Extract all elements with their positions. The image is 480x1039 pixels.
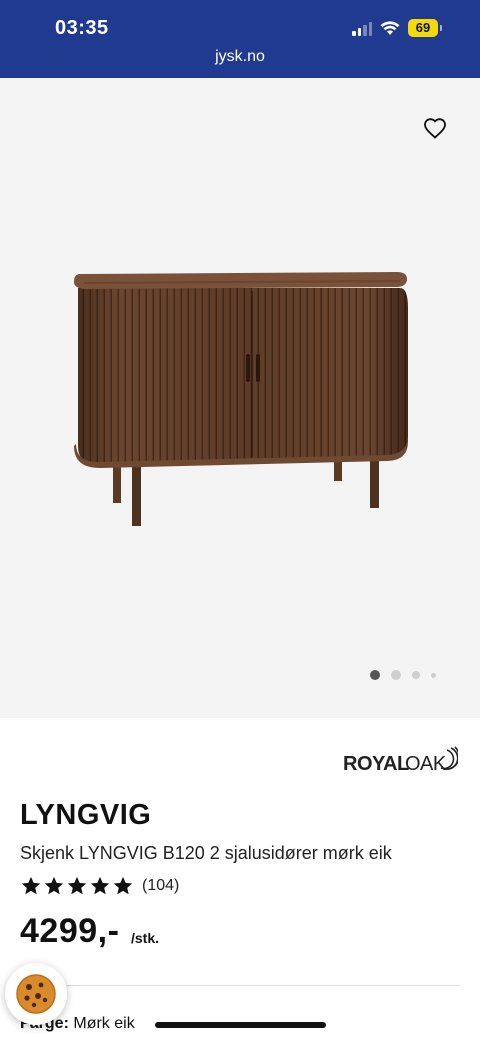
product-image-sideboard[interactable] [70,258,410,533]
svg-text:ROYAL: ROYAL [343,753,409,774]
status-icons: 69 [352,19,442,37]
rating-count[interactable]: (104) [142,877,179,895]
battery-icon: 69 [408,19,442,37]
star-icon [44,876,64,895]
cellular-signal-icon [352,20,372,36]
price-unit: /stk. [131,930,160,946]
color-value: Mørk eik [73,1015,135,1032]
svg-text:OAK: OAK [405,753,447,774]
wifi-icon [380,21,400,35]
status-time: 03:35 [55,17,109,39]
browser-top-bar: 03:35 69 jysk.no [0,0,480,78]
star-icon [21,876,41,895]
star-icon [90,876,110,895]
star-icon [67,876,87,895]
gallery-pagination[interactable] [370,670,436,680]
product-price: 4299,- [20,912,120,950]
royal-oak-logo: ROYAL OAK [343,746,458,774]
product-gallery[interactable] [0,78,480,718]
gallery-dot-1[interactable] [370,670,380,680]
url-bar[interactable]: jysk.no [0,48,480,66]
product-description: Skjenk LYNGVIG B120 2 sjalusidører mørk … [20,843,392,863]
star-icon [113,876,133,895]
heart-icon[interactable] [423,117,447,141]
cookie-icon [16,974,56,1014]
battery-level: 69 [408,19,438,37]
gallery-dot-4[interactable] [431,672,436,678]
brand-logo[interactable]: ROYAL OAK [343,740,458,774]
product-title: LYNGVIG [20,799,152,831]
home-indicator[interactable] [155,1022,326,1028]
gallery-dot-2[interactable] [391,670,401,680]
section-divider [20,985,460,986]
cookie-settings-button[interactable] [5,963,67,1025]
product-rating[interactable]: (104) [20,875,179,897]
gallery-dot-3[interactable] [412,671,420,679]
